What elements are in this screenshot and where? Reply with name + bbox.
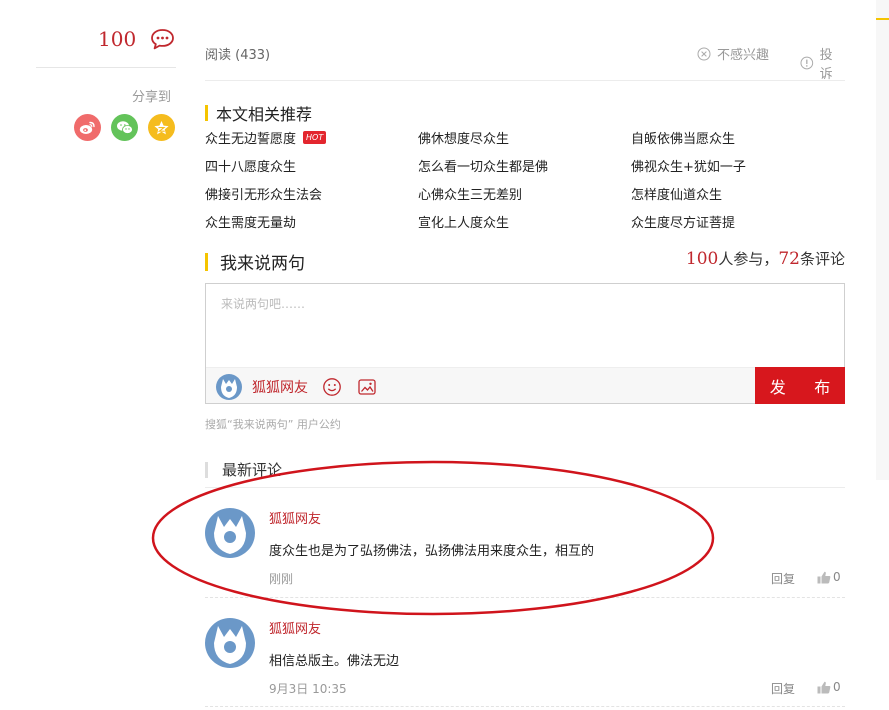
like-count: 0 bbox=[833, 680, 841, 694]
meta-divider bbox=[205, 80, 845, 81]
weibo-icon[interactable] bbox=[74, 114, 101, 141]
comment-username[interactable]: 狐狐网友 bbox=[269, 618, 321, 637]
comment-divider bbox=[205, 597, 845, 598]
qzone-icon[interactable] bbox=[148, 114, 175, 141]
comment-editor: 狐狐网友 发 布 bbox=[205, 283, 845, 404]
current-username[interactable]: 狐狐网友 bbox=[252, 377, 308, 397]
recommend-title: 本文相关推荐 bbox=[216, 105, 313, 124]
comment-input[interactable] bbox=[207, 285, 843, 365]
recommend-link[interactable]: 众生无边誓愿度 HOT bbox=[205, 128, 327, 147]
reply-button[interactable]: 回复 bbox=[771, 570, 795, 587]
image-upload-icon[interactable] bbox=[357, 377, 377, 397]
section-accent-bar bbox=[205, 252, 208, 271]
comment-toolbar: 狐狐网友 发 布 bbox=[206, 367, 845, 404]
right-scroll-track bbox=[876, 0, 889, 480]
comment-text: 度众生也是为了弘扬佛法，弘扬佛法用来度众生，相互的 bbox=[269, 544, 595, 559]
comment-item: 狐狐网友 相信总版主。佛法无边 9月3日 10:35 回复 0 bbox=[205, 618, 845, 698]
comment-item: 狐狐网友 度众生也是为了弘扬佛法，弘扬佛法用来度众生，相互的 刚刚 回复 0 bbox=[205, 508, 845, 588]
recommend-link[interactable]: 四十八愿度众生 bbox=[205, 156, 296, 175]
comment-bubble-icon[interactable] bbox=[150, 28, 175, 50]
recommend-link[interactable]: 佛接引无形众生法会 bbox=[205, 184, 322, 203]
comment-suffix: 条评论 bbox=[799, 250, 845, 268]
comment-stats: 100人参与，72条评论 bbox=[686, 248, 845, 269]
report-button[interactable]: 投诉 bbox=[800, 44, 845, 82]
not-interested-label: 不感兴趣 bbox=[717, 48, 770, 63]
thumbs-up-icon bbox=[817, 681, 831, 693]
comment-total: 72 bbox=[778, 249, 800, 269]
share-label: 分享到 bbox=[132, 90, 172, 105]
comment-time: 刚刚 bbox=[269, 572, 294, 586]
latest-comments-title: 最新评论 bbox=[222, 461, 283, 479]
recommend-link[interactable]: 自皈依佛当愿众生 bbox=[631, 128, 735, 147]
latest-divider bbox=[205, 487, 845, 488]
article-meta-row: 阅读 (433) 不感兴趣 投诉 bbox=[205, 42, 845, 82]
hot-badge: HOT bbox=[303, 131, 327, 144]
warning-icon bbox=[800, 56, 814, 70]
recommend-link-text: 众生无边誓愿度 bbox=[205, 132, 297, 147]
not-interested-button[interactable]: 不感兴趣 bbox=[697, 44, 769, 63]
recommend-link[interactable]: 佛休想度尽众生 bbox=[418, 128, 509, 147]
section-accent-bar bbox=[205, 105, 208, 121]
comment-count[interactable]: 100 bbox=[98, 27, 136, 51]
like-count: 0 bbox=[833, 570, 841, 584]
read-count: 阅读 (433) bbox=[205, 48, 271, 63]
comment-username[interactable]: 狐狐网友 bbox=[269, 508, 321, 527]
recommend-link[interactable]: 众生需度无量劫 bbox=[205, 212, 296, 231]
avatar[interactable] bbox=[205, 508, 255, 558]
comment-divider bbox=[205, 706, 845, 707]
wechat-icon[interactable] bbox=[111, 114, 138, 141]
comment-text: 相信总版主。佛法无边 bbox=[269, 654, 400, 669]
recommend-header: 本文相关推荐 bbox=[205, 101, 312, 125]
avatar[interactable] bbox=[216, 374, 242, 400]
comment-time: 9月3日 10:35 bbox=[269, 682, 347, 696]
right-accent-line bbox=[876, 18, 889, 20]
recommend-link[interactable]: 宣化上人度众生 bbox=[418, 212, 509, 231]
comment-section-title: 我来说两句 bbox=[220, 254, 305, 274]
recommend-link[interactable]: 众生度尽方证菩提 bbox=[631, 212, 735, 231]
sidebar-divider bbox=[36, 67, 176, 68]
report-label: 投诉 bbox=[819, 48, 833, 82]
thumbs-up-icon bbox=[817, 571, 831, 583]
recommend-link[interactable]: 佛视众生+犹如一子 bbox=[631, 156, 746, 175]
avatar[interactable] bbox=[205, 618, 255, 668]
like-button[interactable]: 0 bbox=[817, 570, 841, 584]
recommend-link[interactable]: 怎么看一切众生都是佛 bbox=[418, 156, 548, 175]
emoji-icon[interactable] bbox=[322, 377, 342, 397]
latest-comments-header: 最新评论 bbox=[205, 459, 282, 480]
close-circle-icon bbox=[697, 47, 711, 60]
user-agreement-link[interactable]: 搜狐“我来说两句” 用户公约 bbox=[205, 416, 341, 432]
publish-button[interactable]: 发 布 bbox=[755, 367, 845, 404]
comment-section-header: 我来说两句 bbox=[205, 249, 305, 274]
reply-button[interactable]: 回复 bbox=[771, 680, 795, 697]
participant-count: 100 bbox=[685, 249, 719, 269]
section-accent-bar bbox=[205, 461, 208, 478]
participant-suffix: 人参与， bbox=[718, 250, 779, 268]
like-button[interactable]: 0 bbox=[817, 680, 841, 694]
recommend-link[interactable]: 怎样度仙道众生 bbox=[631, 184, 722, 203]
recommend-link[interactable]: 心佛众生三无差别 bbox=[418, 184, 522, 203]
